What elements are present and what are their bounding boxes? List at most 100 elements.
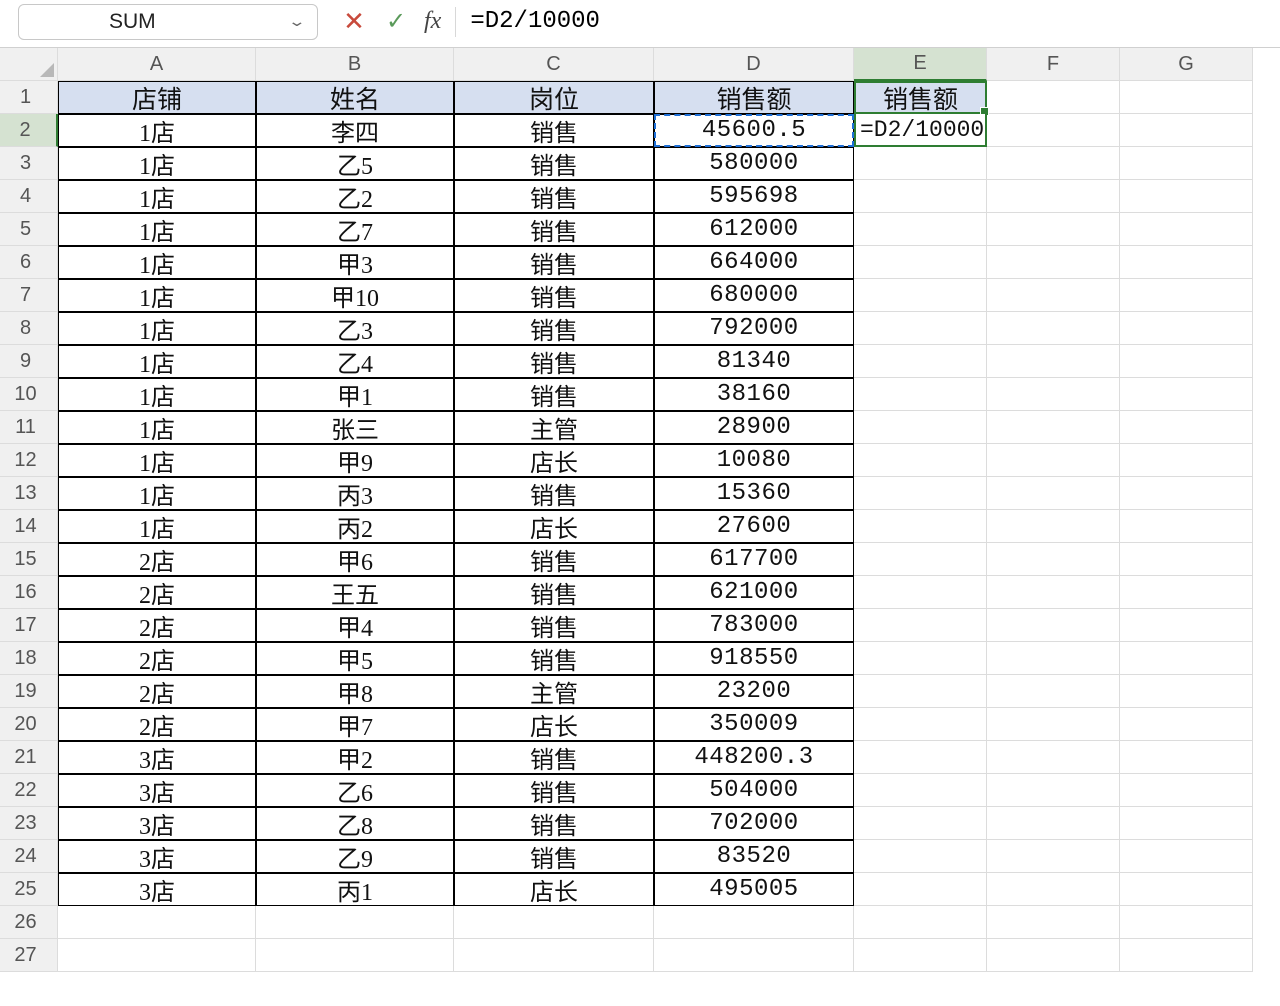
cell-E4[interactable] [854, 180, 987, 213]
cell-C20[interactable]: 店长 [454, 708, 654, 741]
cell-empty-26-0[interactable] [58, 906, 256, 939]
cell-E3[interactable] [854, 147, 987, 180]
cell-D3[interactable]: 580000 [654, 147, 854, 180]
row-header-3[interactable]: 3 [0, 147, 58, 180]
cell-B10[interactable]: 甲1 [256, 378, 454, 411]
cell-F24[interactable] [987, 840, 1120, 873]
cell-F5[interactable] [987, 213, 1120, 246]
cell-empty-27-1[interactable] [256, 939, 454, 972]
cell-D10[interactable]: 38160 [654, 378, 854, 411]
cell-A21[interactable]: 3店 [58, 741, 256, 774]
column-header-E[interactable]: E [854, 48, 987, 81]
cell-C16[interactable]: 销售 [454, 576, 654, 609]
cell-B13[interactable]: 丙3 [256, 477, 454, 510]
cell-empty-26-2[interactable] [454, 906, 654, 939]
header-sales-e[interactable]: 销售额 [854, 81, 987, 114]
cell-E5[interactable] [854, 213, 987, 246]
cell-E24[interactable] [854, 840, 987, 873]
cell-G7[interactable] [1120, 279, 1253, 312]
cell-G11[interactable] [1120, 411, 1253, 444]
cell-B21[interactable]: 甲2 [256, 741, 454, 774]
cell-empty-27-4[interactable] [854, 939, 987, 972]
cell-C3[interactable]: 销售 [454, 147, 654, 180]
cell-A16[interactable]: 2店 [58, 576, 256, 609]
cell-E22[interactable] [854, 774, 987, 807]
spreadsheet-grid[interactable]: ABCDEFG1店铺姓名岗位销售额销售额21店李四销售45600.5=D2/10… [0, 48, 1280, 972]
cell-A11[interactable]: 1店 [58, 411, 256, 444]
cell-empty-27-3[interactable] [654, 939, 854, 972]
cell-C12[interactable]: 店长 [454, 444, 654, 477]
cell-C22[interactable]: 销售 [454, 774, 654, 807]
cell-empty-27-2[interactable] [454, 939, 654, 972]
cell-F8[interactable] [987, 312, 1120, 345]
cell-F22[interactable] [987, 774, 1120, 807]
cell-E9[interactable] [854, 345, 987, 378]
cell-empty-26-1[interactable] [256, 906, 454, 939]
cell-D15[interactable]: 617700 [654, 543, 854, 576]
cell-B12[interactable]: 甲9 [256, 444, 454, 477]
cell-F12[interactable] [987, 444, 1120, 477]
cell-G8[interactable] [1120, 312, 1253, 345]
cell-A18[interactable]: 2店 [58, 642, 256, 675]
cell-E7[interactable] [854, 279, 987, 312]
row-header-15[interactable]: 15 [0, 543, 58, 576]
cancel-formula-icon[interactable]: ✕ [340, 6, 368, 37]
cell-empty-26-3[interactable] [654, 906, 854, 939]
cell-B6[interactable]: 甲3 [256, 246, 454, 279]
cell-D16[interactable]: 621000 [654, 576, 854, 609]
cell-empty-27-5[interactable] [987, 939, 1120, 972]
cell-G14[interactable] [1120, 510, 1253, 543]
cell-D9[interactable]: 81340 [654, 345, 854, 378]
cell-G1[interactable] [1120, 81, 1253, 114]
cell-F1[interactable] [987, 81, 1120, 114]
column-header-B[interactable]: B [256, 48, 454, 81]
row-header-2[interactable]: 2 [0, 114, 58, 147]
cell-A14[interactable]: 1店 [58, 510, 256, 543]
cell-F25[interactable] [987, 873, 1120, 906]
cell-B25[interactable]: 丙1 [256, 873, 454, 906]
cell-E25[interactable] [854, 873, 987, 906]
cell-B2[interactable]: 李四 [256, 114, 454, 147]
cell-E14[interactable] [854, 510, 987, 543]
cell-D20[interactable]: 350009 [654, 708, 854, 741]
cell-E13[interactable] [854, 477, 987, 510]
cell-C10[interactable]: 销售 [454, 378, 654, 411]
cell-F23[interactable] [987, 807, 1120, 840]
cell-G2[interactable] [1120, 114, 1253, 147]
cell-E19[interactable] [854, 675, 987, 708]
cell-D12[interactable]: 10080 [654, 444, 854, 477]
cell-A9[interactable]: 1店 [58, 345, 256, 378]
cell-D4[interactable]: 595698 [654, 180, 854, 213]
cell-G23[interactable] [1120, 807, 1253, 840]
cell-G10[interactable] [1120, 378, 1253, 411]
cell-C24[interactable]: 销售 [454, 840, 654, 873]
cell-C4[interactable]: 销售 [454, 180, 654, 213]
row-header-23[interactable]: 23 [0, 807, 58, 840]
cell-B20[interactable]: 甲7 [256, 708, 454, 741]
cell-G20[interactable] [1120, 708, 1253, 741]
cell-C15[interactable]: 销售 [454, 543, 654, 576]
cell-D23[interactable]: 702000 [654, 807, 854, 840]
cell-G9[interactable] [1120, 345, 1253, 378]
cell-E8[interactable] [854, 312, 987, 345]
cell-B14[interactable]: 丙2 [256, 510, 454, 543]
cell-C14[interactable]: 店长 [454, 510, 654, 543]
cell-G4[interactable] [1120, 180, 1253, 213]
header-sales-d[interactable]: 销售额 [654, 81, 854, 114]
cell-G15[interactable] [1120, 543, 1253, 576]
cell-G18[interactable] [1120, 642, 1253, 675]
cell-C11[interactable]: 主管 [454, 411, 654, 444]
row-header-20[interactable]: 20 [0, 708, 58, 741]
chevron-down-icon[interactable]: ⌄ [288, 13, 307, 30]
column-header-G[interactable]: G [1120, 48, 1253, 81]
cell-D17[interactable]: 783000 [654, 609, 854, 642]
row-header-5[interactable]: 5 [0, 213, 58, 246]
cell-D8[interactable]: 792000 [654, 312, 854, 345]
row-header-19[interactable]: 19 [0, 675, 58, 708]
cell-E23[interactable] [854, 807, 987, 840]
row-header-26[interactable]: 26 [0, 906, 58, 939]
cell-F13[interactable] [987, 477, 1120, 510]
cell-D22[interactable]: 504000 [654, 774, 854, 807]
cell-E17[interactable] [854, 609, 987, 642]
cell-D24[interactable]: 83520 [654, 840, 854, 873]
